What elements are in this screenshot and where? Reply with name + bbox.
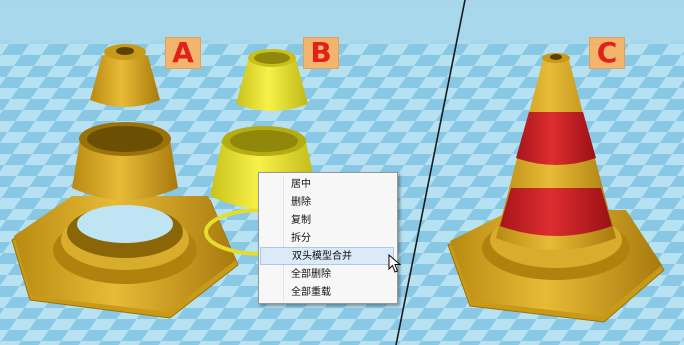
- menu-item-delete-all[interactable]: 全部删除: [260, 266, 394, 284]
- menu-item-label: 删除: [291, 197, 311, 208]
- menu-item-delete[interactable]: 删除: [260, 194, 394, 212]
- label-a: A: [165, 37, 201, 69]
- label-c: C: [589, 37, 625, 69]
- menu-item-copy[interactable]: 复制: [260, 212, 394, 230]
- menu-item-label: 复制: [291, 215, 311, 226]
- label-b: B: [303, 37, 339, 69]
- menu-item-center[interactable]: 居中: [260, 176, 394, 194]
- menu-item-reload-all[interactable]: 全部重载: [260, 284, 394, 302]
- menu-item-label: 双头模型合并: [292, 251, 352, 262]
- context-menu: 居中 删除 复制 拆分 双头模型合并 全部删除 全部重载: [258, 172, 398, 304]
- menu-item-label: 全部删除: [291, 269, 331, 280]
- menu-item-label: 拆分: [291, 233, 311, 244]
- menu-item-split[interactable]: 拆分: [260, 230, 394, 248]
- menu-item-label: 居中: [291, 179, 311, 190]
- menu-item-merge-dual-model[interactable]: 双头模型合并: [260, 247, 394, 265]
- menu-item-label: 全部重载: [291, 287, 331, 298]
- mouse-pointer-icon: [388, 254, 402, 273]
- viewer-window: A B C 居中 删除 复制 拆分 双头模型合并 全部删除 全部重载: [0, 0, 684, 345]
